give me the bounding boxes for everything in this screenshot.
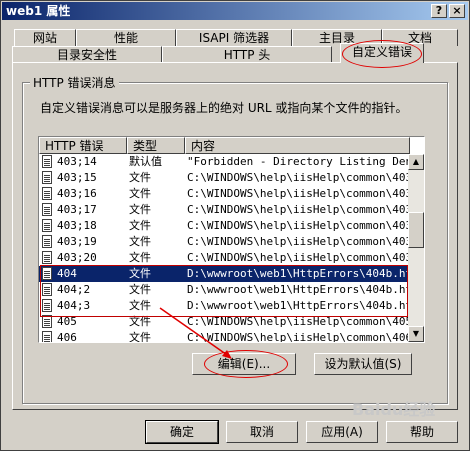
tab-custom-errors[interactable]: 自定义错误 bbox=[340, 43, 424, 63]
cell-type: 文件 bbox=[129, 299, 151, 312]
table-row[interactable]: 403;17 文件 C:\WINDOWS\help\iisHelp\common\4… bbox=[39, 202, 409, 218]
watermark-logo: Baidu经验 bbox=[352, 400, 436, 419]
error-list[interactable]: HTTP 错误 类型 内容 403;14 默认值 "Forbidden - Dire… bbox=[38, 136, 425, 343]
document-icon bbox=[42, 251, 52, 264]
tab-directory-security[interactable]: 目录安全性 bbox=[12, 46, 162, 63]
cell-code: 405 bbox=[57, 315, 77, 328]
cell-code: 403;14 bbox=[57, 155, 97, 168]
cell-type: 文件 bbox=[129, 235, 151, 248]
column-header-type[interactable]: 类型 bbox=[127, 137, 185, 154]
cell-code: 403;15 bbox=[57, 171, 97, 184]
cell-type: 默认值 bbox=[129, 155, 162, 168]
cell-type: 文件 bbox=[129, 267, 151, 280]
cell-type: 文件 bbox=[129, 315, 151, 328]
cell-code: 406 bbox=[57, 331, 77, 343]
cell-content: C:\WINDOWS\help\iisHelp\common\403-.. bbox=[187, 203, 409, 216]
cell-type: 文件 bbox=[129, 187, 151, 200]
cell-content: D:\wwwroot\web1\HttpErrors\404b.htm bbox=[187, 267, 409, 280]
table-row[interactable]: 403;16 文件 C:\WINDOWS\help\iisHelp\common\4… bbox=[39, 186, 409, 202]
vertical-scrollbar[interactable]: ▲ ▼ bbox=[408, 154, 424, 342]
table-row[interactable]: 403;15 文件 C:\WINDOWS\help\iisHelp\common\4… bbox=[39, 170, 409, 186]
tab-website[interactable]: 网站 bbox=[14, 29, 76, 46]
scroll-thumb[interactable] bbox=[408, 212, 424, 248]
cell-content: "Forbidden - Directory Listing Denie bbox=[187, 155, 409, 168]
cell-type: 文件 bbox=[129, 251, 151, 264]
cell-type: 文件 bbox=[129, 203, 151, 216]
table-row[interactable]: 404;2 文件 D:\wwwroot\web1\HttpErrors\404b.h… bbox=[39, 282, 409, 298]
ok-button[interactable]: 确定 bbox=[145, 420, 219, 444]
cell-type: 文件 bbox=[129, 219, 151, 232]
document-icon bbox=[42, 267, 52, 280]
table-row[interactable]: 403;14 默认值 "Forbidden - Directory Listing … bbox=[39, 154, 409, 170]
cell-code: 404;3 bbox=[57, 299, 91, 312]
cell-content: C:\WINDOWS\help\iisHelp\common\405.ht bbox=[187, 315, 409, 328]
table-row[interactable]: 404 文件 D:\wwwroot\web1\HttpErrors\404b.htm bbox=[39, 266, 409, 282]
cell-type: 文件 bbox=[129, 283, 151, 296]
table-row[interactable]: 404;3 文件 D:\wwwroot\web1\HttpErrors\404b.h… bbox=[39, 298, 409, 314]
document-icon bbox=[42, 155, 52, 168]
cell-type: 文件 bbox=[129, 171, 151, 184]
group-label: HTTP 错误消息 bbox=[30, 74, 119, 91]
cell-content: C:\WINDOWS\help\iisHelp\common\403.ht bbox=[187, 235, 409, 248]
cell-content: C:\WINDOWS\help\iisHelp\common\403-.. bbox=[187, 171, 409, 184]
scroll-down-icon[interactable]: ▼ bbox=[408, 326, 424, 342]
table-row[interactable]: 405 文件 C:\WINDOWS\help\iisHelp\common\405.… bbox=[39, 314, 409, 330]
document-icon bbox=[42, 299, 52, 312]
table-row[interactable]: 403;18 文件 C:\WINDOWS\help\iisHelp\common\4… bbox=[39, 218, 409, 234]
document-icon bbox=[42, 331, 52, 342]
apply-button[interactable]: 应用(A) bbox=[306, 421, 378, 443]
table-row[interactable]: 403;20 文件 C:\WINDOWS\help\iisHelp\common\4… bbox=[39, 250, 409, 266]
document-icon bbox=[42, 203, 52, 216]
document-icon bbox=[42, 283, 52, 296]
cell-content: C:\WINDOWS\help\iisHelp\common\403-.. bbox=[187, 187, 409, 200]
column-header-content[interactable]: 内容 bbox=[185, 137, 410, 154]
tab-performance[interactable]: 性能 bbox=[76, 29, 176, 46]
column-header-code[interactable]: HTTP 错误 bbox=[39, 137, 127, 154]
help-icon[interactable]: ? bbox=[431, 4, 447, 18]
cell-code: 404 bbox=[57, 267, 77, 280]
title-bar: web1 属性 ? × bbox=[2, 2, 468, 20]
cell-code: 403;18 bbox=[57, 219, 97, 232]
table-row[interactable]: 403;19 文件 C:\WINDOWS\help\iisHelp\common\4… bbox=[39, 234, 409, 250]
cell-code: 404;2 bbox=[57, 283, 91, 296]
document-icon bbox=[42, 219, 52, 232]
cell-code: 403;19 bbox=[57, 235, 97, 248]
scroll-up-icon[interactable]: ▲ bbox=[408, 154, 424, 170]
document-icon bbox=[42, 315, 52, 328]
table-row[interactable]: 406 文件 C:\WINDOWS\help\iisHelp\common\406.… bbox=[39, 330, 409, 343]
help-button[interactable]: 帮助 bbox=[386, 421, 458, 443]
cell-code: 403;16 bbox=[57, 187, 97, 200]
edit-button[interactable]: 编辑(E)... bbox=[192, 353, 296, 375]
tab-isapi-filters[interactable]: ISAPI 筛选器 bbox=[176, 29, 292, 46]
document-icon bbox=[42, 171, 52, 184]
cell-content: C:\WINDOWS\help\iisHelp\common\403.ht bbox=[187, 219, 409, 232]
document-icon bbox=[42, 235, 52, 248]
cancel-button[interactable]: 取消 bbox=[226, 421, 298, 443]
cell-code: 403;17 bbox=[57, 203, 97, 216]
cell-content: C:\WINDOWS\help\iisHelp\common\406.ht bbox=[187, 331, 409, 343]
window-title: web1 属性 bbox=[6, 4, 71, 18]
document-icon bbox=[42, 187, 52, 200]
set-default-button[interactable]: 设为默认值(S) bbox=[314, 353, 412, 375]
close-icon[interactable]: × bbox=[449, 4, 465, 18]
tab-http-headers[interactable]: HTTP 头 bbox=[162, 46, 332, 63]
cell-type: 文件 bbox=[129, 331, 151, 343]
group-description: 自定义错误消息可以是服务器上的绝对 URL 或指向某个文件的指针。 bbox=[40, 101, 408, 115]
cell-content: C:\WINDOWS\help\iisHelp\common\403.ht bbox=[187, 251, 409, 264]
cell-code: 403;20 bbox=[57, 251, 97, 264]
cell-content: D:\wwwroot\web1\HttpErrors\404b.htm bbox=[187, 299, 409, 312]
cell-content: D:\wwwroot\web1\HttpErrors\404b.htm bbox=[187, 283, 409, 296]
